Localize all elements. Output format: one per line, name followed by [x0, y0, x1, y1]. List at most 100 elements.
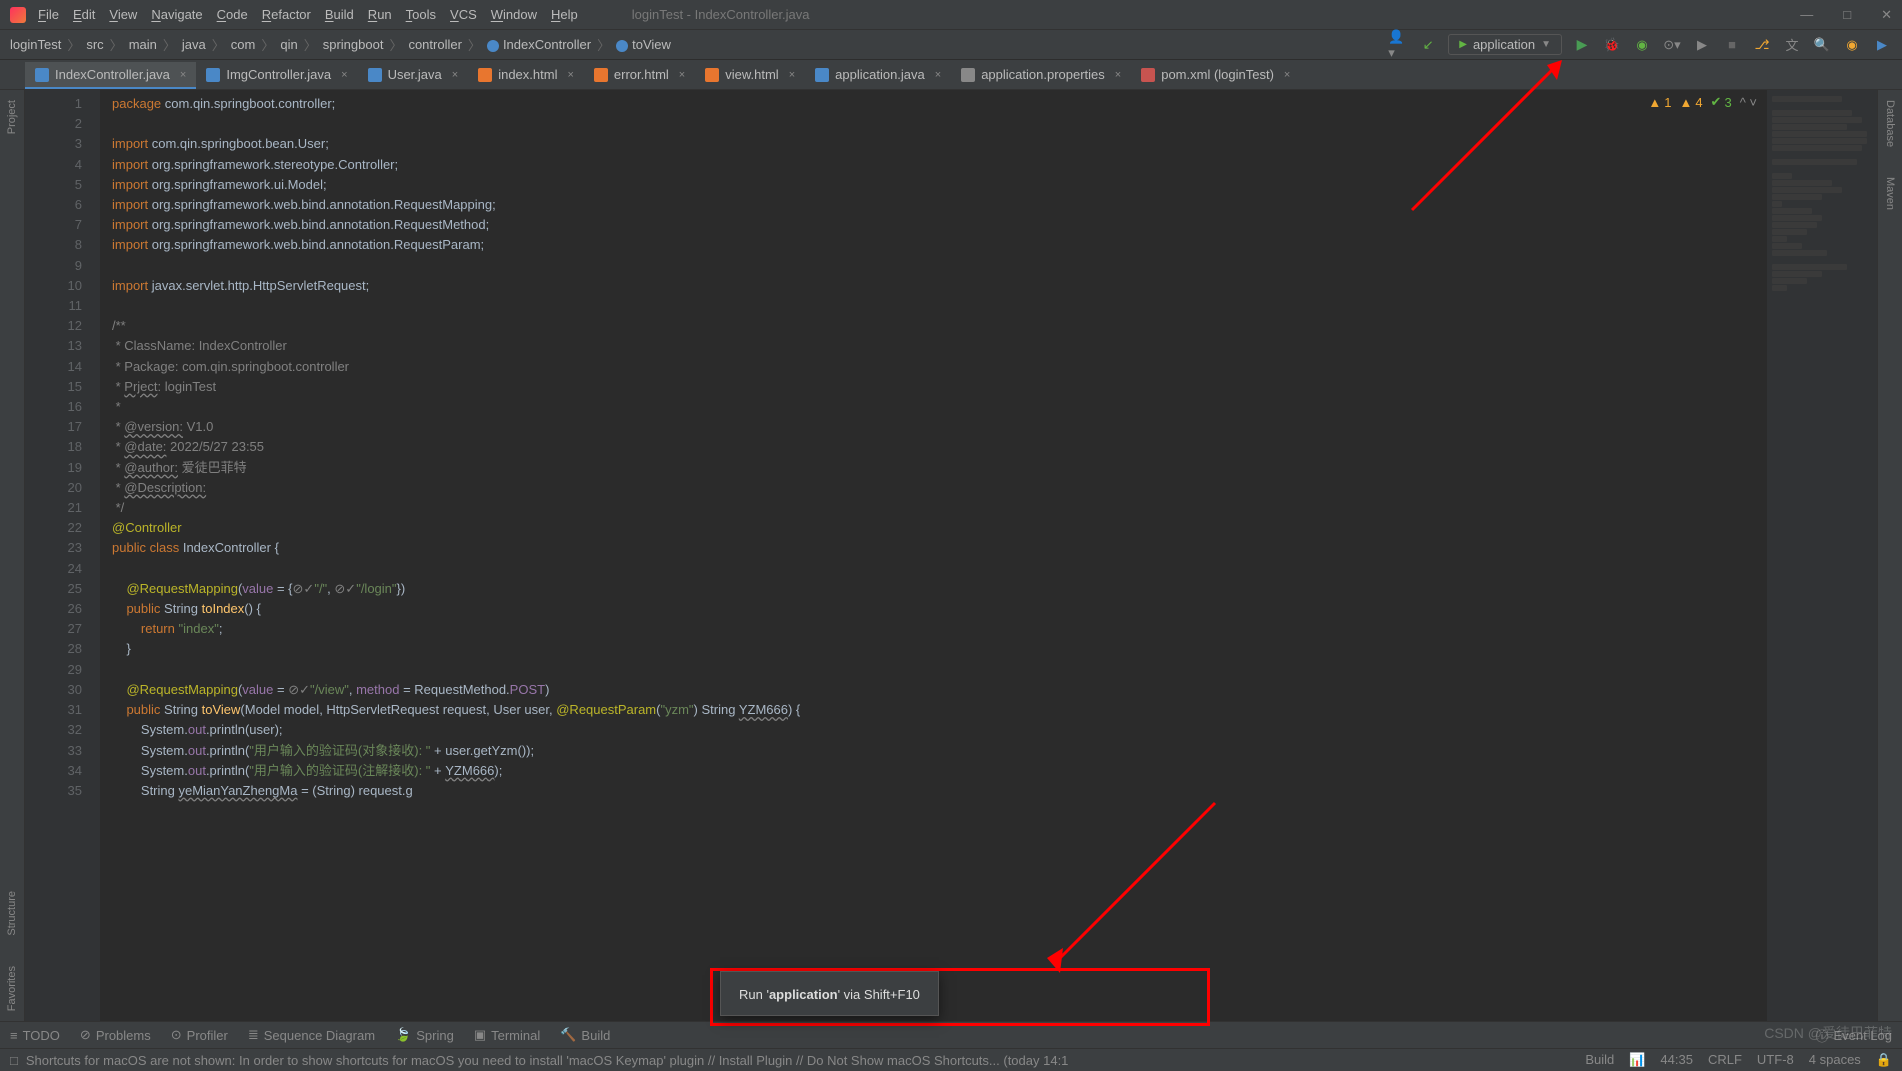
menu-code[interactable]: Code	[217, 7, 248, 22]
menu-vcs[interactable]: VCS	[450, 7, 477, 22]
user-icon[interactable]: 👤▾	[1388, 35, 1408, 55]
crumb-com[interactable]: com	[231, 37, 256, 52]
file-icon	[368, 68, 382, 82]
tool-spring[interactable]: 🍃Spring	[395, 1027, 454, 1043]
run-anything-button[interactable]: ▶	[1692, 35, 1712, 55]
settings-icon[interactable]: ◉	[1842, 35, 1862, 55]
crumb-toView[interactable]: toView	[616, 37, 671, 52]
file-icon	[815, 68, 829, 82]
run-button[interactable]: ▶	[1572, 35, 1592, 55]
tool-todo[interactable]: ≡TODO	[10, 1028, 60, 1043]
crumb-src[interactable]: src	[86, 37, 103, 52]
status-message[interactable]: Shortcuts for macOS are not shown: In or…	[26, 1053, 1069, 1068]
tab-pom.xml (loginTest)[interactable]: pom.xml (loginTest)×	[1131, 62, 1300, 89]
status-lock-icon[interactable]: 🔒	[1876, 1052, 1892, 1068]
minimap[interactable]	[1767, 90, 1877, 1021]
run-config-select[interactable]: ▶ application ▼	[1448, 34, 1562, 55]
menu-file[interactable]: File	[38, 7, 59, 22]
file-icon	[478, 68, 492, 82]
file-icon	[594, 68, 608, 82]
tool-problems[interactable]: ⊘Problems	[80, 1027, 151, 1043]
file-icon	[705, 68, 719, 82]
search-icon[interactable]: 🔍	[1812, 35, 1832, 55]
crumb-java[interactable]: java	[182, 37, 206, 52]
menu-build[interactable]: Build	[325, 7, 354, 22]
debug-button[interactable]: 🐞	[1602, 35, 1622, 55]
status-build[interactable]: Build	[1585, 1052, 1614, 1068]
status-eol[interactable]: CRLF	[1708, 1052, 1742, 1068]
close-tab-icon[interactable]: ×	[1284, 69, 1290, 81]
status-indent[interactable]: 4 spaces	[1809, 1052, 1861, 1068]
close-tab-icon[interactable]: ×	[935, 69, 941, 81]
git-icon[interactable]: ⎇	[1752, 35, 1772, 55]
status-encoding[interactable]: UTF-8	[1757, 1052, 1794, 1068]
breadcrumb: loginTest〉src〉main〉java〉com〉qin〉springbo…	[10, 35, 671, 54]
tab-application.java[interactable]: application.java×	[805, 62, 951, 89]
status-bar: □ Shortcuts for macOS are not shown: In …	[0, 1048, 1902, 1071]
editor[interactable]: ▲ 1 ▲ 4 ✔ 3 ^ ˅ 123456789101112131415161…	[25, 90, 1877, 1021]
menu-view[interactable]: View	[109, 7, 137, 22]
tool-profiler[interactable]: ⊙Profiler	[171, 1027, 228, 1043]
minimize-icon[interactable]: —	[1800, 7, 1813, 23]
tab-view.html[interactable]: view.html×	[695, 62, 805, 89]
close-tab-icon[interactable]: ×	[679, 69, 685, 81]
close-tab-icon[interactable]: ×	[1115, 69, 1121, 81]
tab-IndexController.java[interactable]: IndexController.java×	[25, 62, 196, 89]
coverage-button[interactable]: ◉	[1632, 35, 1652, 55]
file-icon	[961, 68, 975, 82]
left-sidebar: Project Structure Favorites	[0, 90, 25, 1021]
structure-tool[interactable]: Structure	[6, 891, 18, 936]
menu-window[interactable]: Window	[491, 7, 537, 22]
close-icon[interactable]: ✕	[1881, 7, 1892, 23]
favorites-tool[interactable]: Favorites	[6, 966, 18, 1011]
window-controls: — □ ✕	[1800, 7, 1892, 23]
project-tool[interactable]: Project	[6, 100, 18, 134]
close-tab-icon[interactable]: ×	[567, 69, 573, 81]
menu-tools[interactable]: Tools	[406, 7, 436, 22]
menu-navigate[interactable]: Navigate	[151, 7, 202, 22]
crumb-qin[interactable]: qin	[280, 37, 297, 52]
sync-icon[interactable]: ↙	[1418, 35, 1438, 55]
menu-bar: File Edit View Navigate Code Refactor Build Run…	[0, 0, 1902, 30]
status-caret[interactable]: 44:35	[1660, 1052, 1693, 1068]
close-tab-icon[interactable]: ×	[180, 69, 186, 81]
maven-tool[interactable]: Maven	[1884, 177, 1896, 210]
translate-icon[interactable]: 文	[1782, 35, 1802, 55]
file-icon	[35, 68, 49, 82]
tool-terminal[interactable]: ▣Terminal	[474, 1027, 540, 1043]
tab-application.properties[interactable]: application.properties×	[951, 62, 1131, 89]
code-area[interactable]: package com.qin.springboot.controller; i…	[100, 90, 1767, 1021]
database-tool[interactable]: Database	[1884, 100, 1896, 147]
gutter[interactable]: 1234567891011121314151617181920212223242…	[25, 90, 100, 1021]
inspection-stats[interactable]: ▲ 1 ▲ 4 ✔ 3 ^ ˅	[1648, 94, 1757, 110]
crumb-controller[interactable]: controller	[408, 37, 461, 52]
window-title: loginTest - IndexController.java	[632, 7, 810, 22]
tool-build[interactable]: 🔨Build	[560, 1027, 610, 1043]
stop-button[interactable]: ■	[1722, 35, 1742, 55]
profile-button[interactable]: ⊙▾	[1662, 35, 1682, 55]
menu-refactor[interactable]: Refactor	[262, 7, 311, 22]
status-mem-icon[interactable]: 📊	[1629, 1052, 1645, 1068]
tab-ImgController.java[interactable]: ImgController.java×	[196, 62, 357, 89]
tab-index.html[interactable]: index.html×	[468, 62, 584, 89]
tab-error.html[interactable]: error.html×	[584, 62, 695, 89]
status-icon[interactable]: □	[10, 1053, 18, 1068]
avatar-icon[interactable]: ▶	[1872, 35, 1892, 55]
menu-run[interactable]: Run	[368, 7, 392, 22]
run-config-label: application	[1473, 37, 1535, 52]
crumb-loginTest[interactable]: loginTest	[10, 37, 61, 52]
tool-sequence diagram[interactable]: ≣Sequence Diagram	[248, 1027, 375, 1043]
crumb-IndexController[interactable]: IndexController	[487, 37, 591, 52]
crumb-springboot[interactable]: springboot	[323, 37, 384, 52]
maximize-icon[interactable]: □	[1843, 7, 1851, 23]
file-icon	[1141, 68, 1155, 82]
crumb-main[interactable]: main	[129, 37, 157, 52]
close-tab-icon[interactable]: ×	[452, 69, 458, 81]
app-logo-icon	[10, 7, 26, 23]
menu-edit[interactable]: Edit	[73, 7, 95, 22]
close-tab-icon[interactable]: ×	[789, 69, 795, 81]
menu-help[interactable]: Help	[551, 7, 578, 22]
tab-User.java[interactable]: User.java×	[358, 62, 469, 89]
close-tab-icon[interactable]: ×	[341, 69, 347, 81]
bottom-toolbar: ≡TODO ⊘Problems ⊙Profiler ≣Sequence Diagram…	[0, 1021, 1902, 1048]
